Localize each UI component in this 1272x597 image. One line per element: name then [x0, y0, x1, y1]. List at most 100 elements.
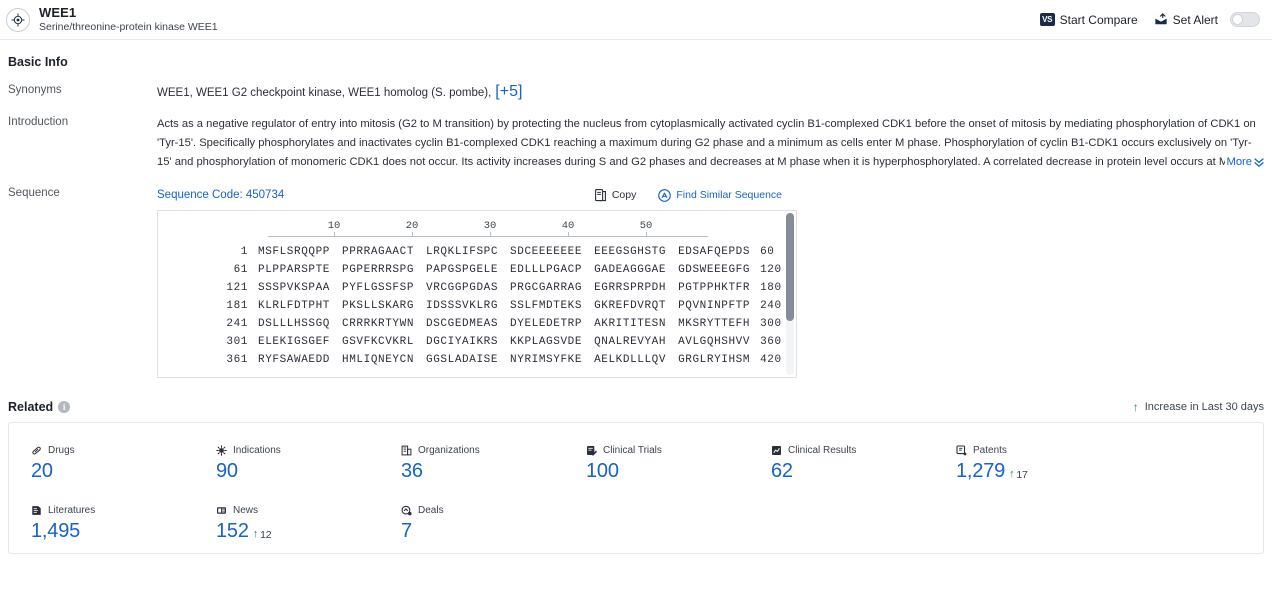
sequence-chunk: MKSRYTTEFH [678, 318, 751, 330]
ruler-tick [568, 232, 569, 237]
sequence-residues: ELEKIGSGEF GSVFKCVKRL DGCIYAIKRS KKPLAGSVDE… [258, 333, 750, 351]
ruler-tick-label: 50 [639, 220, 653, 232]
related-card-header: Patents [956, 445, 1141, 456]
ruler-tick-label: 40 [561, 220, 575, 232]
sequence-chunk: PGPERRRSPG [342, 264, 415, 276]
related-card-clinical-results[interactable]: Clinical Results 62 [771, 445, 956, 483]
related-card-value: 62 [771, 460, 793, 482]
sequence-ruler: 10 20 30 40 50 [268, 220, 708, 243]
sequence-chunk: PQVNINPFTP [678, 300, 751, 312]
sequence-residues: KLRLFDTPHT PKSLLSKARG IDSSSVKLRG SSLFMDTEKS… [258, 297, 750, 315]
clipboard-edit-icon [586, 445, 597, 456]
related-card-header: Clinical Results [771, 445, 956, 456]
related-card-value-row: 36 [401, 460, 586, 483]
synonyms-more-link[interactable]: [+5] [495, 83, 522, 100]
ruler-tick-label: 30 [483, 220, 497, 232]
set-alert-button[interactable]: Set Alert [1154, 13, 1218, 27]
sequence-viewer-content: 10 20 30 40 50 1 MSFLSRQQPP PPRRAGAACT LRQKLIFS… [158, 211, 796, 377]
copy-sequence-button[interactable]: Copy [594, 188, 636, 202]
chevron-double-down-icon [1254, 157, 1264, 168]
related-card-label: Deals [418, 505, 444, 516]
related-card-value-row: 7 [401, 520, 586, 543]
related-card-organizations[interactable]: Organizations 36 [401, 445, 586, 483]
related-card-label: Indications [233, 445, 281, 456]
sequence-chunk: EEEGSGHSTG [594, 246, 667, 258]
sequence-chunk: PYFLGSSFSP [342, 282, 415, 294]
arrow-up-icon: ↑ [252, 528, 259, 540]
sequence-end-index: 120 [760, 264, 782, 276]
sequence-chunk: GSVFKCVKRL [342, 336, 415, 348]
synonyms-body: WEE1, WEE1 G2 checkpoint kinase, WEE1 ho… [157, 83, 1264, 101]
related-card-drugs[interactable]: Drugs 20 [31, 445, 216, 483]
handshake-icon [401, 505, 412, 516]
find-similar-sequence-button[interactable]: Find Similar Sequence [658, 188, 782, 202]
sequence-chunk: PLPPARSPTE [258, 264, 331, 276]
sequence-code-link[interactable]: Sequence Code: 450734 [157, 189, 284, 201]
start-compare-button[interactable]: VS Start Compare [1039, 13, 1138, 27]
introduction-body: Acts as a negative regulator of entry in… [157, 115, 1264, 172]
ruler-tick [334, 232, 335, 237]
virus-icon [216, 445, 227, 456]
related-title: Related [8, 400, 54, 414]
related-card-delta: ↑ 17 [1009, 469, 1028, 481]
introduction-text-block: Acts as a negative regulator of entry in… [157, 115, 1264, 172]
related-card-literatures[interactable]: Literatures 1,495 [31, 505, 216, 543]
related-legend-label: Increase in Last 30 days [1144, 401, 1264, 413]
sequence-residues: SSSPVKSPAA PYFLGSSFSP VRCGGPGDAS PRGCGARRAG… [258, 279, 750, 297]
sequence-chunk: PKSLLSKARG [342, 300, 415, 312]
sequence-chunk: GKREFDVRQT [594, 300, 667, 312]
bell-alert-icon [1154, 13, 1168, 26]
sequence-chunk: GDSWEEEGFG [678, 264, 751, 276]
sequence-chunk: HMLIQNEYCN [342, 354, 415, 366]
related-card-label: Clinical Trials [603, 445, 662, 456]
info-icon[interactable]: i [58, 401, 71, 413]
entity-header-left: WEE1 Serine/threonine-protein kinase WEE… [6, 4, 218, 34]
sequence-scrollbar-thumb[interactable] [786, 213, 794, 321]
sequence-scrollbar[interactable] [786, 213, 794, 375]
sequence-residues: PLPPARSPTE PGPERRRSPG PAPGSPGELE EDLLLPGACP… [258, 261, 750, 279]
sequence-viewer[interactable]: 10 20 30 40 50 1 MSFLSRQQPP PPRRAGAACT LRQKLIFS… [157, 210, 797, 378]
more-label: More [1226, 156, 1253, 168]
synonyms-value: WEE1, WEE1 G2 checkpoint kinase, WEE1 ho… [157, 87, 492, 99]
ruler-tick [490, 232, 491, 237]
sequence-rows: 1 MSFLSRQQPP PPRRAGAACT LRQKLIFSPC SDCEEEEEE… [158, 243, 796, 369]
sequence-row: Sequence Sequence Code: 450734 Copy Find… [8, 186, 1264, 378]
sequence-chunk: EGRRSPRPDH [594, 282, 667, 294]
vs-icon: VS [1039, 13, 1055, 26]
capsule-icon [31, 445, 42, 456]
page-title: WEE1 [39, 4, 77, 20]
sequence-chunk: GADEAGGGAE [594, 264, 667, 276]
related-card-value: 1,279 [956, 460, 1006, 482]
basic-info-heading: Basic Info [8, 55, 68, 69]
related-card-news[interactable]: News 152 ↑ 12 [216, 505, 401, 543]
ruler-tick-label: 20 [405, 220, 419, 232]
introduction-more-button[interactable]: More [1224, 153, 1264, 172]
introduction-row: Introduction Acts as a negative regulato… [8, 115, 1264, 172]
sequence-residues: DSLLLHSSGQ CRRRKRTYWN DSCGEDMEAS DYELEDETRP… [258, 315, 750, 333]
related-card-clinical-trials[interactable]: Clinical Trials 100 [586, 445, 771, 483]
sequence-chunk: MSFLSRQQPP [258, 246, 331, 258]
sequence-line: 1 MSFLSRQQPP PPRRAGAACT LRQKLIFSPC SDCEEEEEE… [158, 243, 796, 261]
related-card-patents[interactable]: Patents 1,279 ↑ 17 [956, 445, 1141, 483]
sequence-chunk: DGCIYAIKRS [426, 336, 499, 348]
arrow-up-icon: ↑ [1009, 468, 1015, 480]
entity-titles: WEE1 Serine/threonine-protein kinase WEE… [39, 4, 218, 34]
related-card-indications[interactable]: Indications 90 [216, 445, 401, 483]
sequence-chunk: QNALREVYAH [594, 336, 667, 348]
sequence-chunk: EDLLLPGACP [510, 264, 583, 276]
page-header: WEE1 Serine/threonine-protein kinase WEE… [0, 0, 1272, 40]
sequence-chunk: SSSPVKSPAA [258, 282, 331, 294]
related-card-header: News [216, 505, 401, 516]
sequence-chunk: CRRRKRTYWN [342, 318, 415, 330]
sequence-chunk: EDSAFQEPDS [678, 246, 751, 258]
related-card-deals[interactable]: Deals 7 [401, 505, 586, 543]
alert-toggle[interactable] [1230, 12, 1260, 27]
related-header: Related i ↑ Increase in Last 30 days [8, 400, 1264, 414]
sequence-line: 121 SSSPVKSPAA PYFLGSSFSP VRCGGPGDAS PRGCGAR… [158, 279, 796, 297]
introduction-text: Acts as a negative regulator of entry in… [157, 118, 1256, 168]
sequence-end-index: 60 [760, 246, 775, 258]
sequence-line: 241 DSLLLHSSGQ CRRRKRTYWN DSCGEDMEAS DYELEDE… [158, 315, 796, 333]
related-card-delta-value: 12 [260, 528, 272, 541]
sequence-start-index: 241 [226, 318, 248, 330]
sequence-line: 181 KLRLFDTPHT PKSLLSKARG IDSSSVKLRG SSLFMDT… [158, 297, 796, 315]
